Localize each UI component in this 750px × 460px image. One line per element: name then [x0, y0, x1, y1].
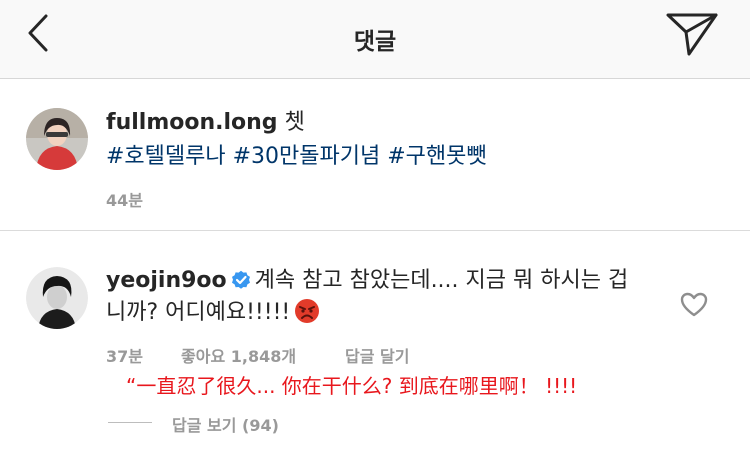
verified-badge-icon [231, 269, 251, 299]
page-title: 댓글 [353, 29, 397, 55]
top-bar: 댓글 [0, 0, 750, 79]
divider [0, 230, 750, 231]
caption-timestamp: 44분 [106, 191, 143, 210]
reply-button[interactable]: 답글 달기 [345, 343, 409, 367]
replies-divider [108, 422, 152, 423]
share-button[interactable] [664, 10, 720, 58]
comment-message-line-2: 니까? 어디예요!!!!! [106, 300, 291, 325]
comment-text-line-1: yeojin9oo 계속 참고 참았는데.... 지금 뭐 하시는 겁 [106, 266, 628, 299]
view-replies-button[interactable]: 답글 보기 (94) [172, 412, 279, 436]
caption-text: fullmoon.long 쳇 [106, 108, 305, 138]
heart-icon [680, 292, 708, 317]
profile-photo-icon [26, 267, 88, 329]
caption-message: 쳇 [284, 110, 305, 135]
comment-username[interactable]: yeojin9oo [106, 268, 227, 293]
translation-text: “一直忍了很久... 你在干什么? 到底在哪里啊！ !!!! [126, 374, 578, 398]
comment-likes-count[interactable]: 좋아요 1,848개 [181, 343, 296, 367]
caption-hashtags[interactable]: #호텔델루나 #30만돌파기념 #구핸못뺏 [106, 142, 487, 172]
caption-username[interactable]: fullmoon.long [106, 110, 278, 135]
avatar[interactable] [26, 267, 88, 329]
comment-timestamp: 37분 [106, 347, 143, 366]
angry-face-icon [294, 298, 320, 333]
like-button[interactable] [680, 292, 708, 318]
profile-photo-icon [26, 108, 88, 170]
send-icon [666, 13, 718, 56]
comment-message-line-1: 계속 참고 참았는데.... 지금 뭐 하시는 겁 [254, 268, 629, 293]
comment-text-line-2: 니까? 어디예요!!!!! [106, 298, 320, 333]
avatar[interactable] [26, 108, 88, 170]
